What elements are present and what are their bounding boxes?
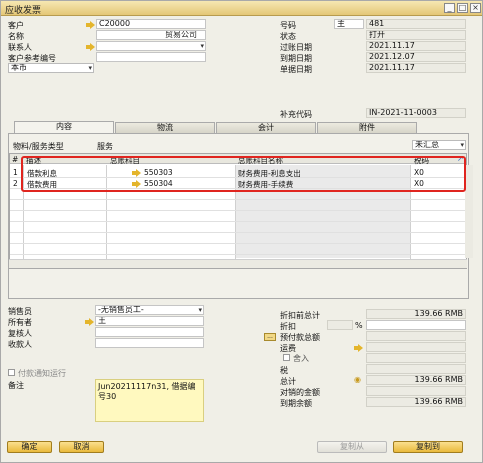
tax-label: 税 (280, 366, 288, 375)
tab-attachments[interactable]: 附件 (317, 122, 417, 133)
title-bar: 应收发票 _ □ × (1, 1, 482, 16)
discount-amount-field[interactable] (366, 320, 466, 330)
window-title: 应收发票 (5, 6, 42, 16)
table-row[interactable] (10, 211, 466, 222)
balance-due-field: 139.66 RMB (366, 397, 466, 407)
posting-date-field[interactable]: 2021.11.17 (366, 41, 466, 51)
row-number: 2 (13, 179, 18, 188)
table-row[interactable] (10, 244, 466, 255)
summary-type-select[interactable]: 未汇总 ▾ (412, 140, 466, 150)
tab-accounting[interactable]: 会计 (216, 122, 316, 133)
name-field[interactable]: 贸易公司 (96, 30, 206, 40)
summary-type-value: 未汇总 (415, 140, 439, 149)
minimize-button[interactable]: _ (444, 3, 455, 13)
table-row[interactable] (10, 222, 466, 233)
customer-ref-field[interactable] (96, 52, 206, 62)
pre-discount-total-field: 139.66 RMB (366, 309, 466, 319)
payment-notice-label: 付款通知运行 (18, 369, 66, 378)
close-button[interactable]: × (470, 3, 481, 13)
remarks-field[interactable]: Jun20211117n31, 借据编号30 (95, 379, 204, 422)
supplementary-code-field[interactable]: IN-2021-11-0003 (366, 108, 466, 118)
currency-label: 本币 (11, 63, 27, 72)
rounding-field (366, 353, 466, 363)
sales-employee-select[interactable]: -无销售员工- ▾ (95, 305, 204, 315)
total-field: 139.66 RMB (366, 375, 466, 385)
item-type-label: 物料/服务类型 (13, 142, 64, 151)
number-field[interactable]: 481 (366, 19, 466, 29)
sales-employee-value: -无销售员工- (98, 305, 144, 314)
discount-percent-field[interactable] (327, 320, 353, 330)
tab-logistics[interactable]: 物流 (115, 122, 215, 133)
cancel-button[interactable]: 取消 (59, 441, 104, 453)
link-arrow-icon[interactable] (354, 344, 363, 352)
status-field: 打开 (366, 30, 466, 40)
copy-from-button[interactable]: 复制从 (317, 441, 387, 453)
chevron-down-icon[interactable]: ▾ (200, 42, 204, 50)
freight-field[interactable] (366, 342, 466, 352)
discount-label: 折扣 (280, 322, 296, 331)
down-payment-label: 预付款总额 (280, 333, 320, 342)
contact-field[interactable]: ▾ (96, 41, 206, 51)
receiver-field[interactable] (95, 338, 204, 348)
posting-date-label: 过账日期 (280, 43, 312, 52)
applied-amount-field (366, 386, 466, 396)
number-label: 号码 (280, 21, 296, 30)
table-row[interactable] (10, 200, 466, 211)
balance-due-label: 到期余额 (280, 399, 312, 408)
rounding-checkbox[interactable] (283, 354, 290, 361)
document-date-label: 单据日期 (280, 65, 312, 74)
tax-field (366, 364, 466, 374)
pre-discount-total-label: 折扣前总计 (280, 311, 320, 320)
table-row[interactable] (10, 233, 466, 244)
item-type-value[interactable]: 服务 (97, 141, 113, 152)
owner-label: 所有者 (8, 318, 32, 327)
number-series-select[interactable]: 主 (334, 19, 364, 29)
contact-label: 联系人 (8, 43, 32, 52)
ok-button[interactable]: 确定 (7, 441, 52, 453)
link-arrow-icon[interactable] (85, 318, 94, 326)
maximize-button[interactable]: □ (457, 3, 468, 13)
tab-contents[interactable]: 内容 (14, 121, 114, 133)
name-label: 名称 (8, 32, 24, 41)
down-payment-field (366, 331, 466, 341)
approver-label: 复核人 (8, 329, 32, 338)
customer-label: 客户 (8, 21, 24, 30)
receiver-label: 收款人 (8, 340, 32, 349)
customer-field[interactable]: C20000 (96, 19, 206, 29)
chevron-down-icon[interactable]: ▾ (88, 64, 92, 72)
total-label: 总计 (280, 377, 296, 386)
payment-notice-checkbox[interactable] (8, 369, 15, 376)
row-number: 1 (13, 168, 18, 177)
vertical-scrollbar[interactable] (465, 165, 473, 258)
ar-invoice-window: 应收发票 _ □ × 客户 C20000 名称 贸易公司 联系人 ▾ 客户参考编… (0, 0, 483, 463)
link-arrow-icon[interactable] (86, 43, 95, 51)
payment-icon[interactable]: ◉ (354, 375, 361, 384)
applied-amount-label: 对销的金额 (280, 388, 320, 397)
due-date-label: 到期日期 (280, 54, 312, 63)
currency-select[interactable]: 本币 ▾ (8, 63, 94, 73)
owner-field[interactable]: 王 (95, 316, 204, 326)
remarks-label: 备注 (8, 381, 24, 390)
document-date-field[interactable]: 2021.11.17 (366, 63, 466, 73)
percent-sign: % (355, 321, 363, 330)
copy-to-button[interactable]: 复制到 (393, 441, 463, 453)
highlight-box (21, 156, 466, 192)
col-number: # (12, 155, 19, 164)
link-arrow-icon[interactable] (86, 21, 95, 29)
down-payment-button[interactable]: ... (264, 333, 276, 341)
supplementary-code-label: 补充代码 (280, 110, 312, 119)
chevron-down-icon[interactable]: ▾ (460, 141, 464, 149)
status-label: 状态 (280, 32, 296, 41)
rounding-label: 舍入 (293, 354, 309, 363)
chevron-down-icon[interactable]: ▾ (198, 306, 202, 314)
approver-field[interactable] (95, 327, 204, 337)
sales-employee-label: 销售员 (8, 307, 32, 316)
due-date-field[interactable]: 2021.12.07 (366, 52, 466, 62)
horizontal-scrollbar[interactable] (9, 259, 467, 268)
